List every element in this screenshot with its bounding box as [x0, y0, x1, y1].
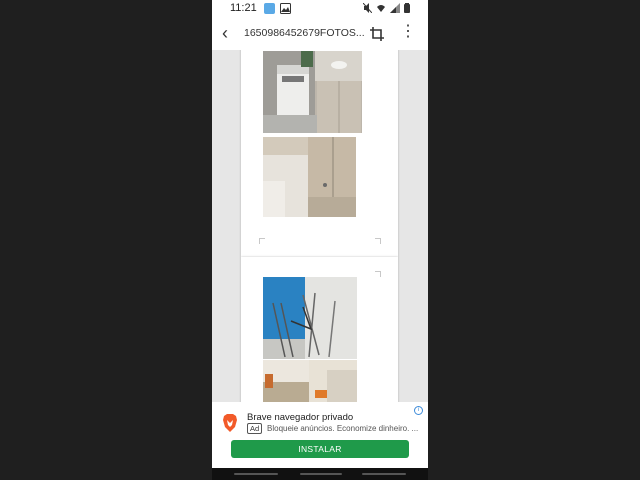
ad-banner[interactable]: Brave navegador privado Ad Bloqueie anún…: [212, 402, 428, 468]
back-arrow-icon[interactable]: ‹: [222, 23, 228, 44]
pdf-page-2: [241, 257, 398, 402]
mute-icon: [363, 3, 372, 13]
gallery-icon: [280, 3, 291, 14]
status-bar: 11:21: [212, 0, 428, 18]
ad-badge: Ad: [247, 423, 263, 434]
document-title: 1650986452679FOTOS...: [244, 27, 365, 39]
app-bar: ‹ 1650986452679FOTOS... ⋮: [212, 18, 428, 51]
photo-shower: [263, 137, 356, 217]
pdf-viewer[interactable]: [212, 50, 428, 402]
crop-icon[interactable]: [369, 26, 385, 42]
navigation-bar: [212, 468, 428, 480]
photo-chairs: [263, 277, 357, 359]
wifi-icon: [377, 5, 385, 12]
status-right-icons: [363, 3, 410, 13]
brave-logo-icon: [223, 414, 237, 432]
status-left-icons: [264, 3, 291, 14]
battery-icon: [404, 3, 410, 13]
nav-recents-handle[interactable]: [234, 473, 278, 475]
page-corner-mark: [375, 238, 381, 244]
more-options-icon[interactable]: ⋮: [400, 23, 416, 41]
notification-app-icon: [264, 3, 275, 14]
photo-kitchen: [263, 360, 357, 402]
status-time: 11:21: [230, 2, 257, 14]
pdf-page-1: [241, 50, 398, 257]
phone-screen: 11:21 ‹ 1650986452679FOTOS... ⋮ Brave na…: [212, 0, 428, 480]
ad-info-icon[interactable]: i: [414, 406, 423, 415]
signal-icon: [390, 3, 400, 13]
ad-title: Brave navegador privado: [247, 412, 354, 423]
page-corner-mark: [375, 271, 381, 277]
install-button[interactable]: INSTALAR: [231, 440, 409, 458]
photo-laundry: [263, 51, 362, 133]
ad-description: Bloqueie anúncios. Economize dinheiro. .…: [267, 424, 419, 433]
nav-back-handle[interactable]: [362, 473, 406, 475]
page-corner-mark: [259, 238, 265, 244]
nav-home-handle[interactable]: [300, 473, 342, 475]
